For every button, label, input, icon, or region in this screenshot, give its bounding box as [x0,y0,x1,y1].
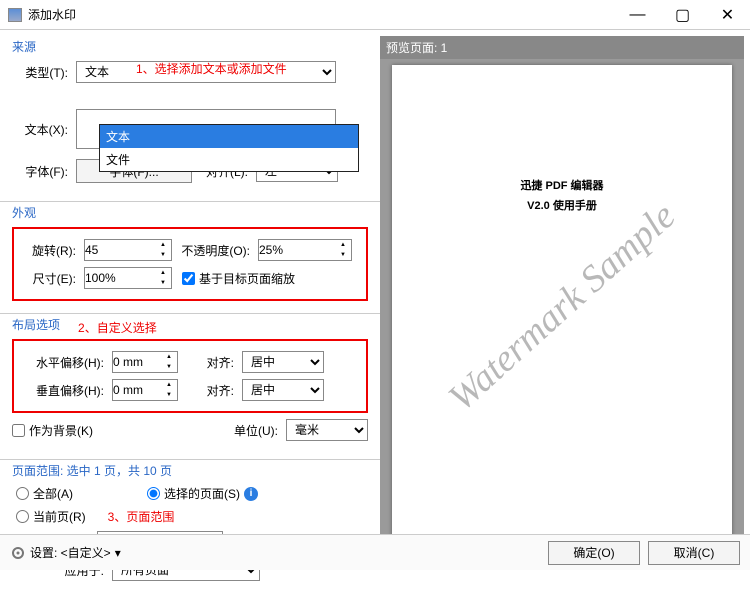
scale-spinner[interactable]: ▲▼ [84,267,172,289]
preview-page: 迅捷 PDF 编辑器 V2.0 使用手册 Watermark Sample [392,65,732,549]
chevron-down-icon[interactable]: ▾ [115,546,121,560]
scale-checkbox[interactable] [182,272,195,285]
halign-label: 对齐: [182,354,238,371]
footer: 设置: <自定义> ▾ 确定(O) 取消(C) [0,534,750,570]
font-label: 字体(F): [12,163,72,180]
opacity-label: 不透明度(O): [176,242,254,259]
hoff-spinner[interactable]: ▲▼ [112,351,178,373]
range-current-label: 当前页(R) [33,508,86,525]
voff-spinner[interactable]: ▲▼ [112,379,178,401]
chevron-down-icon[interactable]: ▼ [155,250,171,260]
preview-header: 预览页面: 1 [380,36,744,59]
range-hint: 3、页面范围 [108,508,175,525]
preview-area: 迅捷 PDF 编辑器 V2.0 使用手册 Watermark Sample 1 [380,59,744,561]
halign-select[interactable]: 居中 [242,351,324,373]
group-appearance: 外观 旋转(R): ▲▼ 不透明度(O): ▲▼ 尺寸(E): ▲▼ 基于目标页… [6,202,374,309]
group-layout-title: 布局选项 [12,316,60,333]
range-selected-label: 选择的页面(S) [164,485,240,502]
bg-checkbox[interactable] [12,424,25,437]
minimize-button[interactable]: — [615,1,660,29]
scale-check-label: 基于目标页面缩放 [199,270,295,287]
rotate-label: 旋转(R): [20,242,80,259]
valign-select[interactable]: 居中 [242,379,324,401]
maximize-button[interactable]: ▢ [660,1,705,29]
hoff-label: 水平偏移(H): [20,354,108,371]
type-hint: 1、选择添加文本或添加文件 [136,60,287,77]
voff-label: 垂直偏移(H): [20,382,108,399]
window-title: 添加水印 [28,6,615,23]
watermark-sample: Watermark Sample [440,194,684,420]
group-source-title: 来源 [12,38,368,55]
valign-label: 对齐: [182,382,238,399]
unit-label: 单位(U): [234,422,282,439]
group-appearance-title: 外观 [12,204,368,221]
layout-hint: 2、自定义选择 [78,319,157,336]
info-icon[interactable]: i [244,487,258,501]
app-icon [8,8,22,22]
range-all-label: 全部(A) [33,485,73,502]
ok-button[interactable]: 确定(O) [548,541,640,565]
type-label: 类型(T): [12,64,72,81]
settings-label: 设置: <自定义> [30,544,111,561]
rotate-spinner[interactable]: ▲▼ [84,239,172,261]
cancel-button[interactable]: 取消(C) [648,541,740,565]
type-dropdown-list[interactable]: 文本 文件 [99,124,359,172]
range-all-radio[interactable] [16,487,29,500]
gear-icon[interactable] [10,545,26,561]
close-button[interactable]: ✕ [705,1,750,29]
group-layout: 布局选项 2、自定义选择 水平偏移(H): ▲▼ 对齐: 居中 垂直偏移(H):… [6,314,374,455]
page-line2: V2.0 使用手册 [527,197,597,213]
unit-select[interactable]: 毫米 [286,419,368,441]
range-current-radio[interactable] [16,510,29,523]
opacity-spinner[interactable]: ▲▼ [258,239,352,261]
type-option-text[interactable]: 文本 [100,125,358,148]
titlebar: 添加水印 — ▢ ✕ [0,0,750,30]
chevron-up-icon[interactable]: ▲ [155,240,171,250]
range-selected-radio[interactable] [147,487,160,500]
window-buttons: — ▢ ✕ [615,1,750,29]
page-line1: 迅捷 PDF 编辑器 [520,177,603,193]
type-option-file[interactable]: 文件 [100,148,358,171]
range-header: 页面范围: 选中 1 页，共 10 页 [12,462,368,479]
bg-label: 作为背景(K) [29,422,93,439]
group-source: 来源 类型(T): 文本 1、选择添加文本或添加文件 文本(X): 字体(F):… [6,36,374,197]
group-range: 页面范围: 选中 1 页，共 10 页 全部(A) 选择的页面(S) i 当前页… [6,460,374,595]
text-label: 文本(X): [12,121,72,138]
scale-label: 尺寸(E): [20,270,80,287]
